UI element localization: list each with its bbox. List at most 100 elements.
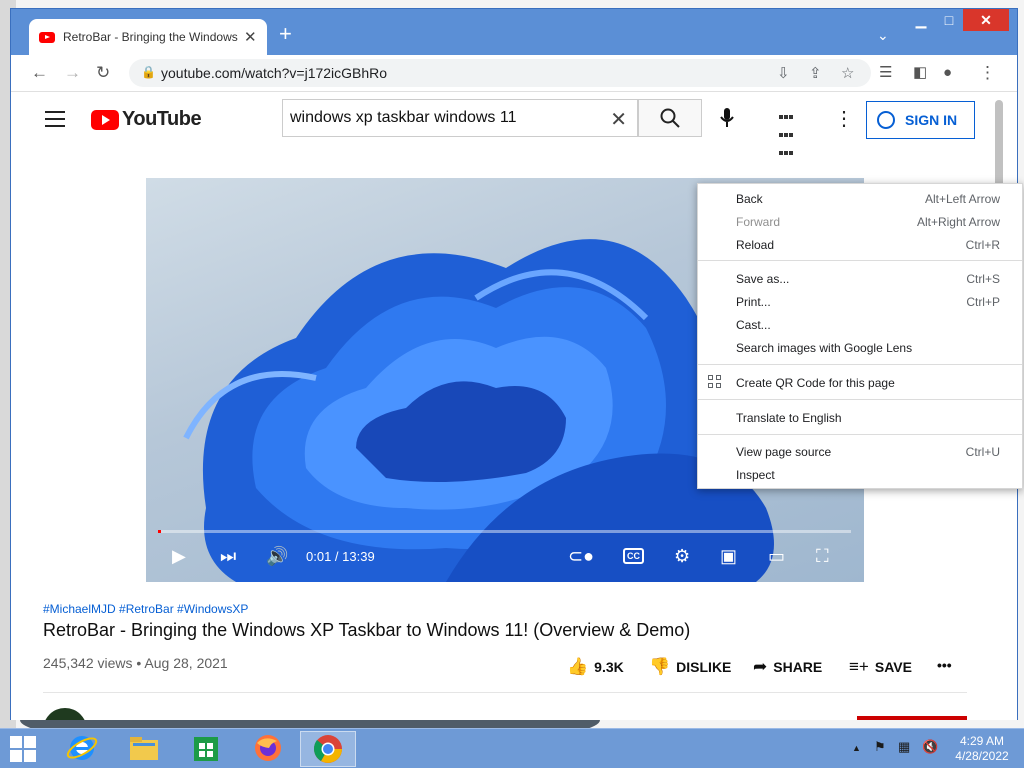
tab-title: RetroBar - Bringing the Windows XP Taskb… — [63, 30, 238, 44]
maximize-button[interactable]: □ — [935, 9, 963, 31]
menu-item-label: Reload — [736, 238, 775, 252]
youtube-logo[interactable]: YouTube — [91, 108, 202, 131]
search-input[interactable]: windows xp taskbar windows 11 ✕ — [282, 99, 638, 137]
menu-item-shortcut: Ctrl+R — [965, 238, 1000, 252]
internet-explorer-icon — [66, 736, 98, 760]
taskbar-firefox[interactable] — [240, 731, 296, 767]
menu-item-label: Cast... — [736, 318, 771, 332]
volume-muted-icon[interactable]: 🔇 — [922, 739, 938, 755]
tab-strip: RetroBar - Bringing the Windows XP Taskb… — [11, 9, 1017, 55]
url-text: youtube.com/watch?v=j172icGBhRo — [161, 65, 388, 81]
menu-item-qr-code[interactable]: Create QR Code for this page — [736, 373, 1000, 393]
menu-item-shortcut: Ctrl+U — [965, 445, 1000, 459]
share-arrow-icon: ➦ — [753, 657, 768, 676]
video-progress-bar[interactable] — [158, 530, 851, 533]
sign-in-label: SIGN IN — [905, 112, 958, 128]
menu-item-shortcut: Ctrl+P — [966, 295, 1000, 309]
browser-toolbar: ← → ↻ 🔒 youtube.com/watch?v=j172icGBhRo … — [11, 55, 1017, 92]
menu-separator — [698, 399, 1022, 400]
settings-gear-icon[interactable]: ⚙ — [674, 546, 690, 566]
save-button[interactable]: ≡+ SAVE — [849, 657, 912, 677]
channel-avatar[interactable] — [43, 708, 87, 720]
taskbar-internet-explorer[interactable] — [54, 731, 110, 767]
side-panel-icon[interactable]: ◧ — [913, 63, 927, 83]
menu-icon[interactable] — [45, 111, 65, 132]
menu-item-label: Back — [736, 192, 763, 206]
profile-avatar-icon[interactable]: ● — [943, 63, 952, 83]
menu-item-label: Inspect — [736, 468, 775, 482]
bookmark-star-icon[interactable]: ☆ — [841, 64, 854, 82]
captions-button[interactable]: CC — [623, 548, 644, 564]
youtube-play-logo-icon — [91, 109, 119, 130]
menu-separator — [698, 364, 1022, 365]
install-icon[interactable]: ⇩ — [777, 64, 790, 82]
network-icon[interactable]: ▦ — [898, 739, 910, 755]
lock-icon: 🔒 — [141, 65, 156, 79]
chrome-icon — [313, 735, 342, 763]
menu-item-save-as[interactable]: Save as... Ctrl+S — [736, 269, 1000, 289]
menu-item-back[interactable]: Back Alt+Left Arrow — [736, 189, 1000, 209]
subscribe-button[interactable] — [857, 716, 967, 720]
forward-arrow-icon[interactable]: → — [64, 63, 81, 83]
settings-more-icon[interactable]: ⋮ — [834, 106, 854, 131]
action-center-flag-icon[interactable]: ⚑ — [874, 739, 886, 755]
playlist-add-icon: ≡+ — [849, 657, 869, 676]
more-actions-button[interactable]: ••• — [937, 657, 952, 673]
video-progress-fill — [158, 530, 161, 533]
menu-item-google-lens[interactable]: Search images with Google Lens — [736, 338, 1000, 358]
menu-item-shortcut: Alt+Left Arrow — [924, 192, 1000, 206]
back-arrow-icon[interactable]: ← — [31, 63, 48, 83]
menu-item-shortcut: Alt+Right Arrow — [916, 215, 1000, 229]
dislike-button[interactable]: 👎 DISLIKE — [649, 657, 731, 677]
theater-mode-icon[interactable]: ▭ — [768, 546, 785, 566]
system-clock[interactable]: 4:29 AM 4/28/2022 — [948, 734, 1016, 764]
menu-item-forward[interactable]: Forward Alt+Right Arrow — [736, 212, 1000, 232]
reading-list-icon[interactable]: ☰ — [879, 63, 892, 83]
close-window-button[interactable]: ✕ — [963, 9, 1009, 31]
next-video-icon[interactable]: ⏭ — [220, 546, 236, 566]
taskbar-chrome[interactable] — [300, 731, 356, 767]
reload-icon[interactable]: ↻ — [96, 63, 110, 83]
tray-overflow-icon[interactable]: ▲ — [852, 743, 861, 753]
video-hashtags[interactable]: #MichaelMJD #RetroBar #WindowsXP — [43, 602, 248, 616]
windows-start-icon[interactable] — [10, 736, 36, 762]
apps-grid-icon[interactable] — [779, 108, 797, 162]
miniplayer-icon[interactable]: ▣ — [720, 546, 737, 566]
video-views-date: 245,342 views • Aug 28, 2021 — [43, 655, 228, 671]
menu-item-label: Save as... — [736, 272, 790, 286]
tab-search-chevron-icon[interactable]: ⌄ — [877, 27, 889, 44]
menu-item-reload[interactable]: Reload Ctrl+R — [736, 235, 1000, 255]
new-tab-button[interactable]: + — [279, 23, 292, 45]
menu-item-inspect[interactable]: Inspect — [736, 465, 1000, 485]
address-bar[interactable]: 🔒 youtube.com/watch?v=j172icGBhRo ⇩ ⇪ ☆ — [129, 59, 871, 87]
share-label: SHARE — [773, 659, 823, 675]
page-scrollbar[interactable] — [995, 100, 1003, 190]
like-button[interactable]: 👍 9.3K — [567, 657, 624, 677]
video-title: RetroBar - Bringing the Windows XP Taskb… — [43, 620, 691, 640]
microphone-icon[interactable] — [719, 107, 735, 129]
autoplay-toggle[interactable]: ⊂● — [568, 546, 594, 566]
menu-item-print[interactable]: Print... Ctrl+P — [736, 292, 1000, 312]
volume-icon[interactable]: 🔊 — [266, 546, 288, 566]
minimize-button[interactable]: ▁ — [907, 9, 935, 31]
tab-retrobar[interactable]: RetroBar - Bringing the Windows XP Taskb… — [29, 19, 267, 55]
menu-item-view-source[interactable]: View page source Ctrl+U — [736, 442, 1000, 462]
taskbar-store[interactable] — [178, 731, 234, 767]
tab-close-icon[interactable]: ✕ — [244, 28, 257, 46]
chrome-menu-icon[interactable]: ⋮ — [979, 63, 996, 83]
firefox-icon — [255, 735, 281, 761]
search-button[interactable] — [638, 99, 702, 137]
windows-taskbar: ▲ ⚑ ▦ 🔇 4:29 AM 4/28/2022 — [0, 728, 1024, 768]
menu-item-translate[interactable]: Translate to English — [736, 408, 1000, 428]
sign-in-button[interactable]: SIGN IN — [866, 101, 975, 139]
menu-item-cast[interactable]: Cast... — [736, 315, 1000, 335]
menu-item-shortcut: Ctrl+S — [966, 272, 1000, 286]
taskbar-file-explorer[interactable] — [116, 731, 172, 767]
play-icon[interactable]: ▶ — [172, 546, 186, 566]
clear-search-icon[interactable]: ✕ — [610, 107, 627, 132]
clock-date: 4/28/2022 — [955, 749, 1009, 763]
fullscreen-icon[interactable]: ⛶ — [816, 546, 829, 566]
save-label: SAVE — [874, 659, 912, 675]
share-button[interactable]: ➦ SHARE — [753, 657, 822, 677]
share-page-icon[interactable]: ⇪ — [809, 64, 822, 82]
